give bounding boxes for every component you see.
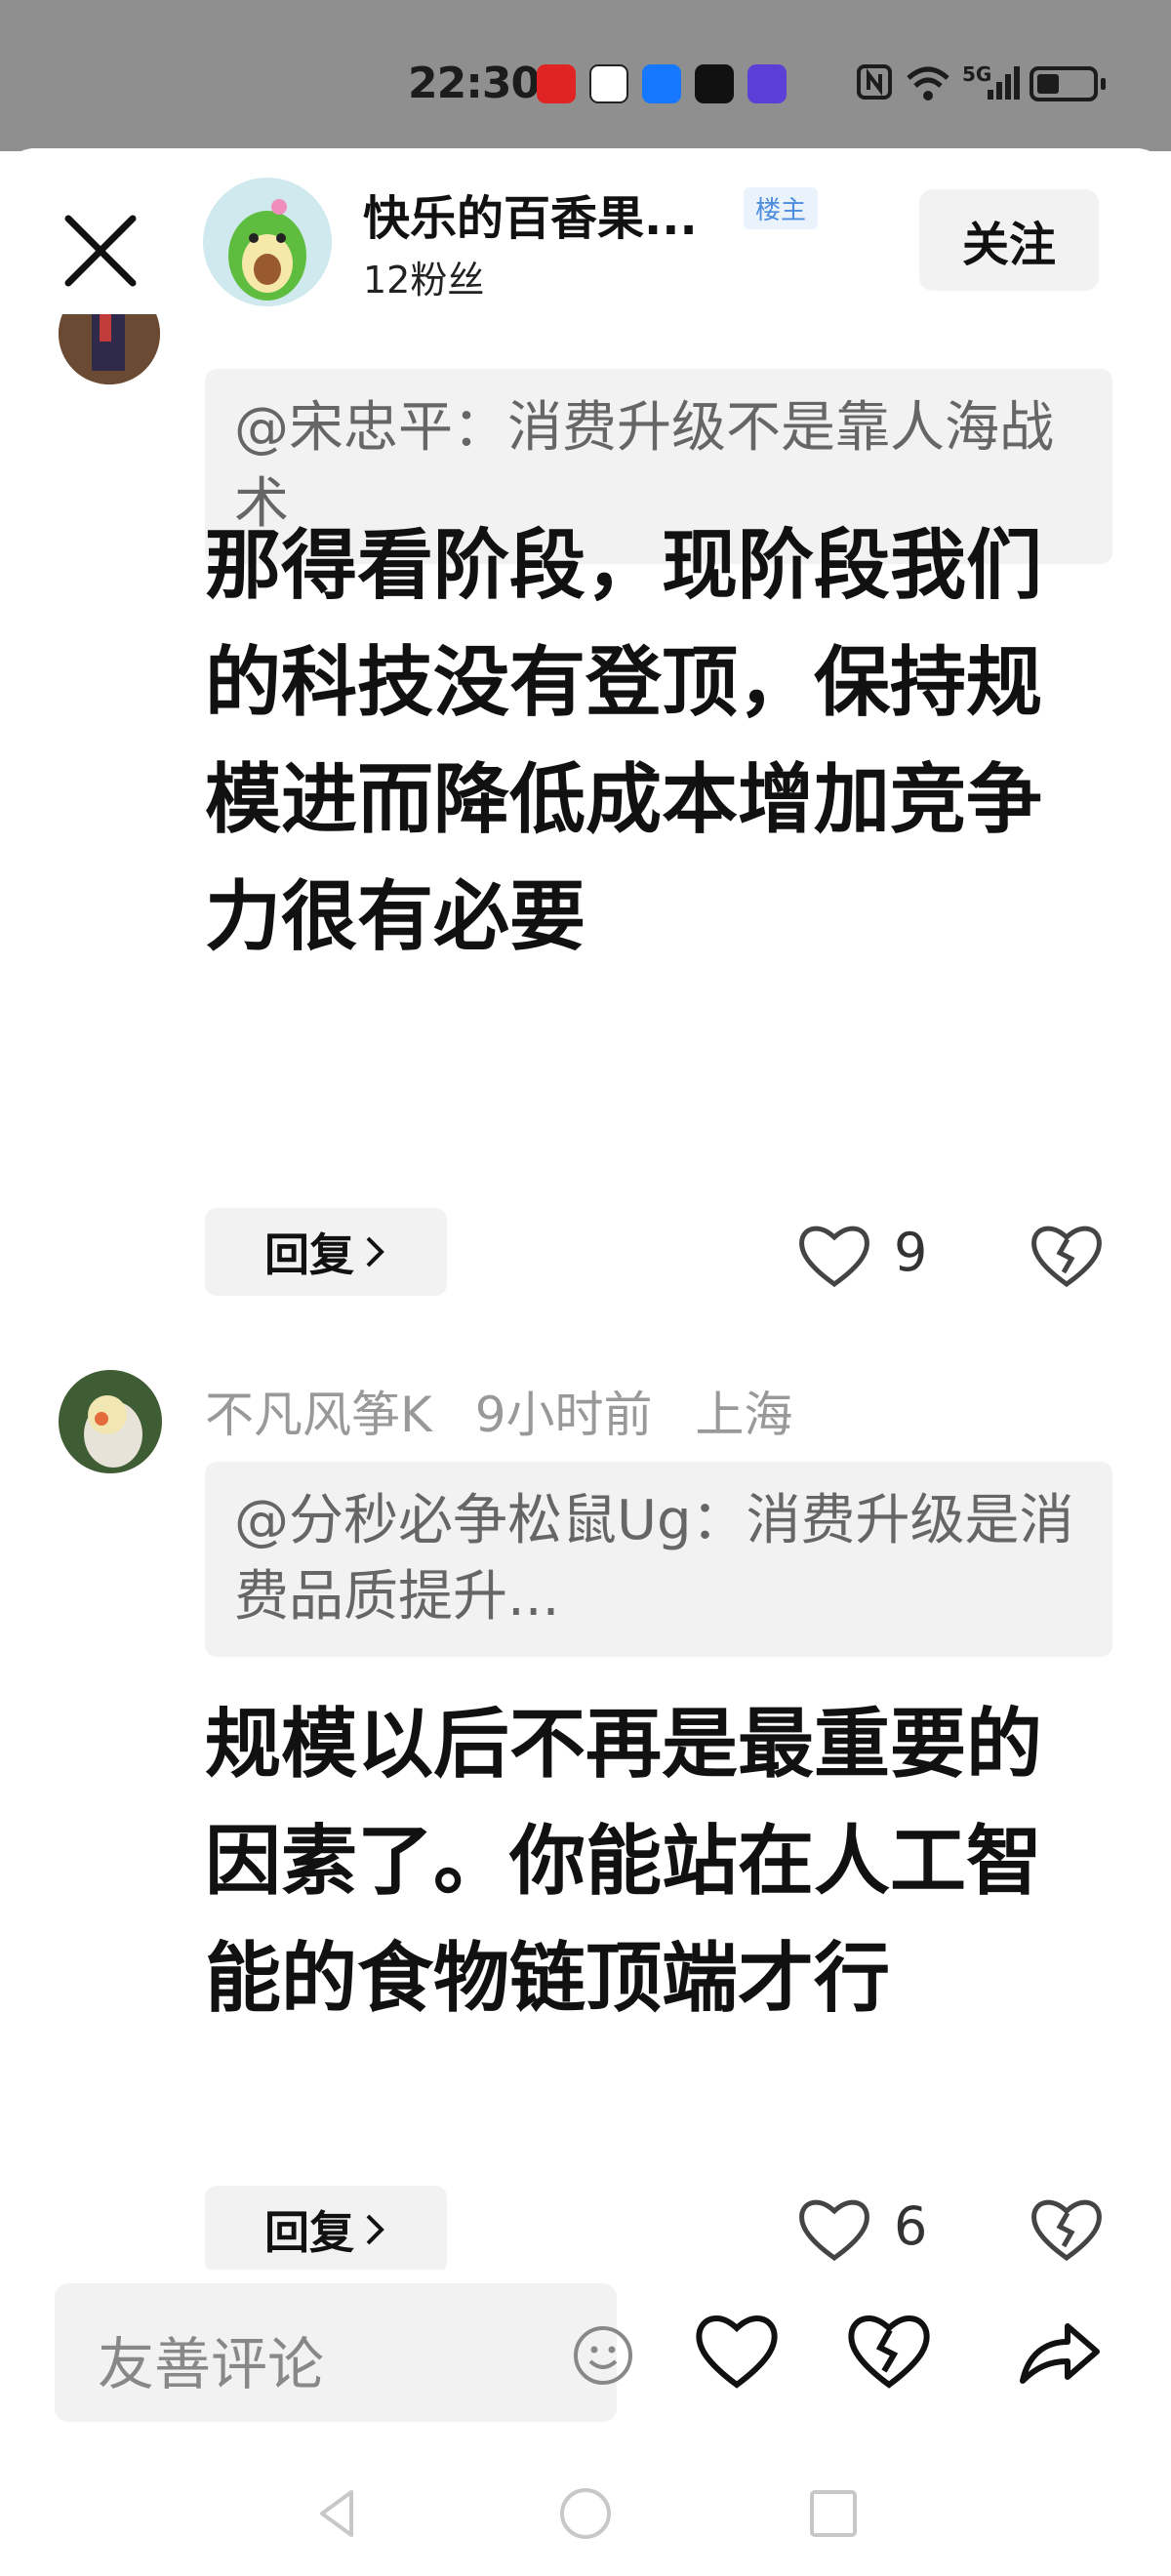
back-triangle-icon[interactable] — [308, 2484, 367, 2543]
heart-icon[interactable] — [693, 2311, 781, 2393]
reply-button[interactable]: 回复 — [205, 1208, 447, 1296]
avatar[interactable] — [59, 1370, 162, 1473]
broken-heart-icon[interactable] — [1029, 1222, 1105, 1290]
quoted-comment[interactable]: @分秒必争松鼠Ug：消费升级是消费品质提升... — [205, 1462, 1112, 1657]
comment-location: 上海 — [695, 1387, 793, 1443]
qq-app-icon — [589, 64, 628, 103]
owner-tag-badge: 楼主 — [744, 187, 819, 229]
comment-sheet: 快乐的百香果... 楼主 12粉丝 关注 @宋忠平：消费升级不是靠人海战术 那得… — [0, 148, 1171, 2576]
like-count: 9 — [894, 1222, 928, 1283]
cockatiel-photo-icon — [59, 1370, 162, 1473]
status-time: 22:30 — [408, 59, 541, 108]
share-icon[interactable] — [1015, 2311, 1103, 2393]
pico-app-icon — [747, 64, 787, 103]
signal-icon — [988, 66, 1020, 100]
like-count: 6 — [894, 2195, 928, 2257]
reply-button[interactable]: 回复 — [205, 2186, 447, 2274]
tiktok-app-icon — [695, 64, 734, 103]
owner-fans-count: 12粉丝 — [363, 259, 485, 302]
broken-heart-icon[interactable] — [1029, 2195, 1105, 2264]
close-icon[interactable] — [57, 207, 144, 295]
home-circle-icon[interactable] — [556, 2484, 615, 2543]
emoji-icon[interactable] — [572, 2324, 634, 2387]
broken-heart-icon[interactable] — [845, 2311, 933, 2393]
comment-text: 那得看阶段，现阶段我们的科技没有登顶，保持规模进而降低成本增加竞争力很有必要 — [205, 522, 1043, 961]
avocado-avatar-icon — [228, 199, 306, 301]
nfc-icon — [857, 64, 892, 100]
wifi-icon — [907, 66, 949, 101]
owner-name[interactable]: 快乐的百香果... — [363, 180, 698, 248]
recent-square-icon[interactable] — [804, 2484, 863, 2543]
comment-input-placeholder: 友善评论 — [98, 2331, 325, 2397]
heart-icon[interactable] — [796, 1222, 872, 1290]
status-bar: 22:30 5G — [0, 0, 1171, 151]
heart-icon[interactable] — [796, 2195, 872, 2264]
reply-label: 回复 — [264, 2206, 354, 2259]
sheet-header: 快乐的百香果... 楼主 12粉丝 关注 — [0, 148, 1171, 314]
youtube-app-icon — [537, 64, 576, 103]
comment-time: 9小时前 — [474, 1387, 653, 1443]
battery-icon — [1030, 66, 1106, 101]
chevron-right-icon — [366, 1236, 384, 1268]
follow-button[interactable]: 关注 — [919, 189, 1099, 291]
chevron-right-icon — [366, 2214, 384, 2245]
comment-input[interactable]: 友善评论 — [55, 2283, 632, 2422]
reply-label: 回复 — [264, 1228, 354, 1281]
comment-author[interactable]: 不凡风筝K — [205, 1387, 432, 1443]
owner-avatar[interactable] — [203, 178, 332, 306]
alipay-app-icon — [642, 64, 681, 103]
comment-meta: 不凡风筝K 9小时前 上海 — [205, 1376, 792, 1446]
comment-text: 规模以后不再是最重要的因素了。你能站在人工智能的食物链顶端才行 — [205, 1701, 1043, 2023]
